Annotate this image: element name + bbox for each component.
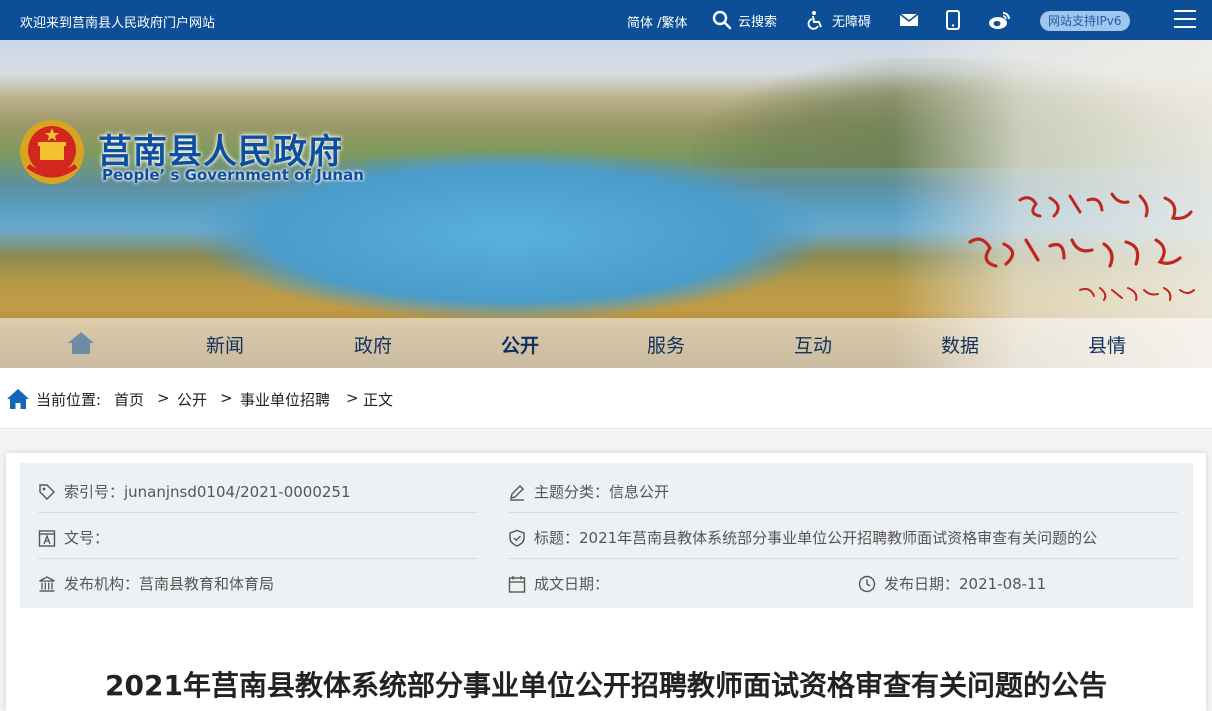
breadcrumb-sep: > xyxy=(220,389,233,407)
accessibility-label: 无障碍 xyxy=(832,14,872,30)
calendar-icon xyxy=(508,575,526,593)
home-icon[interactable] xyxy=(66,330,96,356)
search-link[interactable]: 云搜索 xyxy=(712,0,777,40)
calligraphy-image xyxy=(968,192,1195,301)
mobile-icon xyxy=(946,10,960,30)
divider xyxy=(508,512,1178,513)
shield-icon xyxy=(509,529,525,547)
divider xyxy=(0,428,1212,429)
main-nav: 新闻 政府 公开 服务 互动 数据 县情 xyxy=(0,318,1212,368)
breadcrumb-sep: > xyxy=(157,389,170,407)
nav-item-government[interactable]: 政府 xyxy=(354,331,392,358)
language-switch[interactable]: 简体 /繁体 xyxy=(627,12,688,31)
clock-icon xyxy=(858,575,876,592)
national-emblem-icon xyxy=(20,120,84,184)
divider xyxy=(38,558,478,559)
nav-item-news[interactable]: 新闻 xyxy=(206,331,244,358)
breadcrumb-current: 正文 xyxy=(363,391,394,409)
breadcrumb-open[interactable]: 公开 xyxy=(177,389,207,410)
meta-created: 成文日期： xyxy=(508,573,609,594)
nav-item-county[interactable]: 县情 xyxy=(1088,331,1126,358)
meta-published: 发布日期：2021-08-11 xyxy=(858,573,1046,594)
mail-link[interactable] xyxy=(899,0,919,40)
nav-item-open[interactable]: 公开 xyxy=(501,331,539,358)
nav-item-service[interactable]: 服务 xyxy=(647,331,685,358)
search-icon xyxy=(712,10,732,30)
site-subtitle: People’ s Government of Junan xyxy=(102,166,364,184)
article-title: 2021年莒南县教体系统部分事业单位公开招聘教师面试资格审查有关问题的公告 xyxy=(105,669,1107,702)
meta-doc-no: 文号： xyxy=(38,527,109,548)
breadcrumb-recruitment[interactable]: 事业单位招聘 xyxy=(240,389,330,410)
document-number-icon xyxy=(38,529,56,547)
breadcrumb-sep: > xyxy=(346,389,359,407)
nav-item-data[interactable]: 数据 xyxy=(941,331,979,358)
wheelchair-icon xyxy=(807,11,822,30)
mobile-link[interactable] xyxy=(946,0,960,40)
breadcrumb-home[interactable]: 首页 xyxy=(114,389,144,410)
institution-icon xyxy=(39,575,55,592)
welcome-text: 欢迎来到莒南县人民政府门户网站 xyxy=(20,16,216,31)
weibo-link[interactable] xyxy=(988,0,1012,40)
divider xyxy=(38,512,478,513)
nav-item-interaction[interactable]: 互动 xyxy=(794,331,832,358)
meta-publisher: 发布机构：莒南县教育和体育局 xyxy=(38,573,274,594)
meta-topic: 主题分类：信息公开 xyxy=(508,481,669,502)
meta-title: 标题：2021年莒南县教体系统部分事业单位公开招聘教师面试资格审查有关问题的公 xyxy=(508,527,1097,548)
divider xyxy=(508,558,1178,559)
search-label: 云搜索 xyxy=(738,14,778,30)
weibo-icon xyxy=(989,12,1010,29)
breadcrumb: 当前位置: 首页 > 公开 > 事业单位招聘 > 正文 xyxy=(0,368,1212,428)
menu-icon[interactable] xyxy=(1174,10,1196,30)
breadcrumb-home-icon xyxy=(7,389,29,409)
edit-icon xyxy=(510,484,524,501)
ipv6-badge: 网站支持IPv6 xyxy=(1040,11,1130,31)
accessibility-link[interactable]: 无障碍 xyxy=(806,0,871,40)
mail-icon xyxy=(899,13,919,26)
meta-index-no: 索引号：junanjnsd0104/2021-0000251 xyxy=(38,481,351,502)
breadcrumb-label: 当前位置: xyxy=(36,391,102,409)
top-bar: 欢迎来到莒南县人民政府门户网站 简体 /繁体 云搜索 无障碍 网站支持IPv6 xyxy=(0,0,1212,40)
tag-icon xyxy=(39,483,55,500)
